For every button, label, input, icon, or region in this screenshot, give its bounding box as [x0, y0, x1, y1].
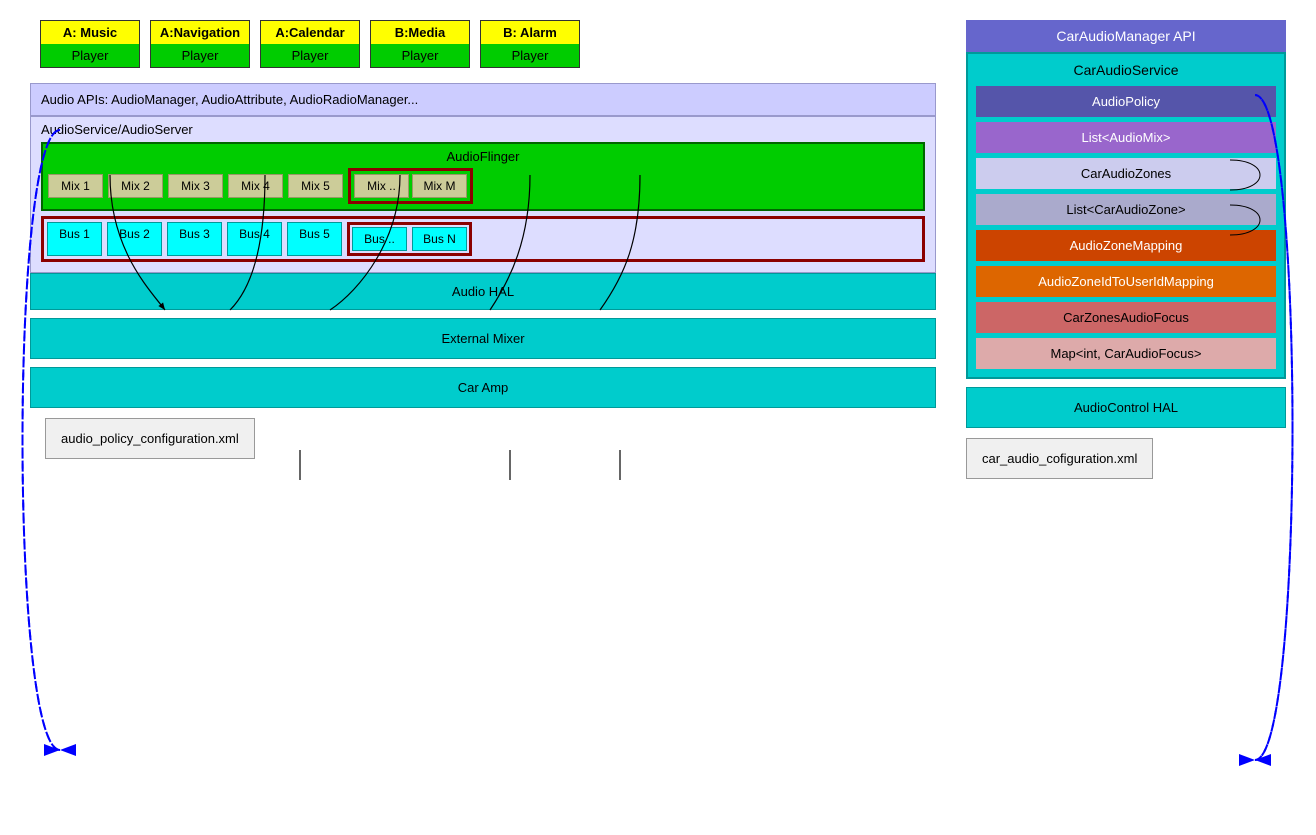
app-row: A: Music Player A:Navigation Player A:Ca…	[40, 20, 936, 68]
app-player-calendar: Player	[261, 44, 359, 67]
layer-audio-policy: AudioPolicy	[976, 86, 1276, 117]
layer-audiozoneId-mapping: AudioZoneIdToUserIdMapping	[976, 266, 1276, 297]
app-title-calendar: A:Calendar	[261, 21, 359, 44]
audioflinger-area: AudioFlinger Mix 1 Mix 2 Mix 3 Mix 4 Mix…	[41, 142, 925, 211]
right-panel: CarAudioManager API CarAudioService Audi…	[966, 20, 1286, 815]
config-file-left: audio_policy_configuration.xml	[45, 418, 255, 459]
mix-box-2: Mix 2	[108, 174, 163, 198]
mix-box-dotdot: Mix ..	[354, 174, 409, 198]
bus-box-5: Bus 5	[287, 222, 342, 256]
bus-box-4: Bus 4	[227, 222, 282, 256]
app-box-alarm: B: Alarm Player	[480, 20, 580, 68]
app-title-media: B:Media	[371, 21, 469, 44]
car-audio-service-label: CarAudioService	[976, 62, 1276, 78]
app-box-music: A: Music Player	[40, 20, 140, 68]
bus-row: Bus 1 Bus 2 Bus 3 Bus 4 Bus 5 Bus .. Bus…	[41, 216, 925, 262]
mix-row: Mix 1 Mix 2 Mix 3 Mix 4 Mix 5 Mix .. Mix…	[48, 168, 918, 204]
bus-box-n: Bus N	[412, 227, 467, 251]
app-title-music: A: Music	[41, 21, 139, 44]
app-box-navigation: A:Navigation Player	[150, 20, 250, 68]
app-player-alarm: Player	[481, 44, 579, 67]
left-mix-boxes: Mix 1 Mix 2 Mix 3 Mix 4 Mix 5	[48, 174, 343, 198]
app-box-media: B:Media Player	[370, 20, 470, 68]
audioservice-label: AudioService/AudioServer	[41, 122, 925, 137]
audioservice-wrapper: AudioService/AudioServer AudioFlinger Mi…	[30, 116, 936, 273]
bus-box-2: Bus 2	[107, 222, 162, 256]
app-title-navigation: A:Navigation	[151, 21, 249, 44]
app-box-calendar: A:Calendar Player	[260, 20, 360, 68]
bus-box-1: Bus 1	[47, 222, 102, 256]
audio-control-hal: AudioControl HAL	[966, 387, 1286, 428]
layer-map-int: Map<int, CarAudioFocus>	[976, 338, 1276, 369]
audio-hal: Audio HAL	[30, 273, 936, 310]
main-container: A: Music Player A:Navigation Player A:Ca…	[0, 0, 1316, 835]
bus-box-3: Bus 3	[167, 222, 222, 256]
car-amp: Car Amp	[30, 367, 936, 408]
audioflinger-label: AudioFlinger	[48, 149, 918, 164]
app-player-media: Player	[371, 44, 469, 67]
car-audio-manager-api: CarAudioManager API	[966, 20, 1286, 52]
layer-audio-zone-mapping: AudioZoneMapping	[976, 230, 1276, 261]
right-mix-group: Mix .. Mix M	[348, 168, 473, 204]
mix-box-4: Mix 4	[228, 174, 283, 198]
layer-list-caraudiezone: List<CarAudioZone>	[976, 194, 1276, 225]
app-player-music: Player	[41, 44, 139, 67]
mix-box-m: Mix M	[412, 174, 467, 198]
mix-box-5: Mix 5	[288, 174, 343, 198]
bus-box-dotdot: Bus ..	[352, 227, 407, 251]
car-audio-service-wrapper: CarAudioService AudioPolicy List<AudioMi…	[966, 52, 1286, 379]
config-file-right: car_audio_cofiguration.xml	[966, 438, 1153, 479]
app-player-navigation: Player	[151, 44, 249, 67]
audio-apis-bar: Audio APIs: AudioManager, AudioAttribute…	[30, 83, 936, 116]
external-mixer: External Mixer	[30, 318, 936, 359]
left-panel: A: Music Player A:Navigation Player A:Ca…	[30, 20, 936, 815]
layer-car-audio-zones: CarAudioZones	[976, 158, 1276, 189]
layer-list-audiomix: List<AudioMix>	[976, 122, 1276, 153]
mix-box-3: Mix 3	[168, 174, 223, 198]
mix-box-1: Mix 1	[48, 174, 103, 198]
bus-right-group: Bus .. Bus N	[347, 222, 472, 256]
layer-carzones-audiofocus: CarZonesAudioFocus	[976, 302, 1276, 333]
app-title-alarm: B: Alarm	[481, 21, 579, 44]
